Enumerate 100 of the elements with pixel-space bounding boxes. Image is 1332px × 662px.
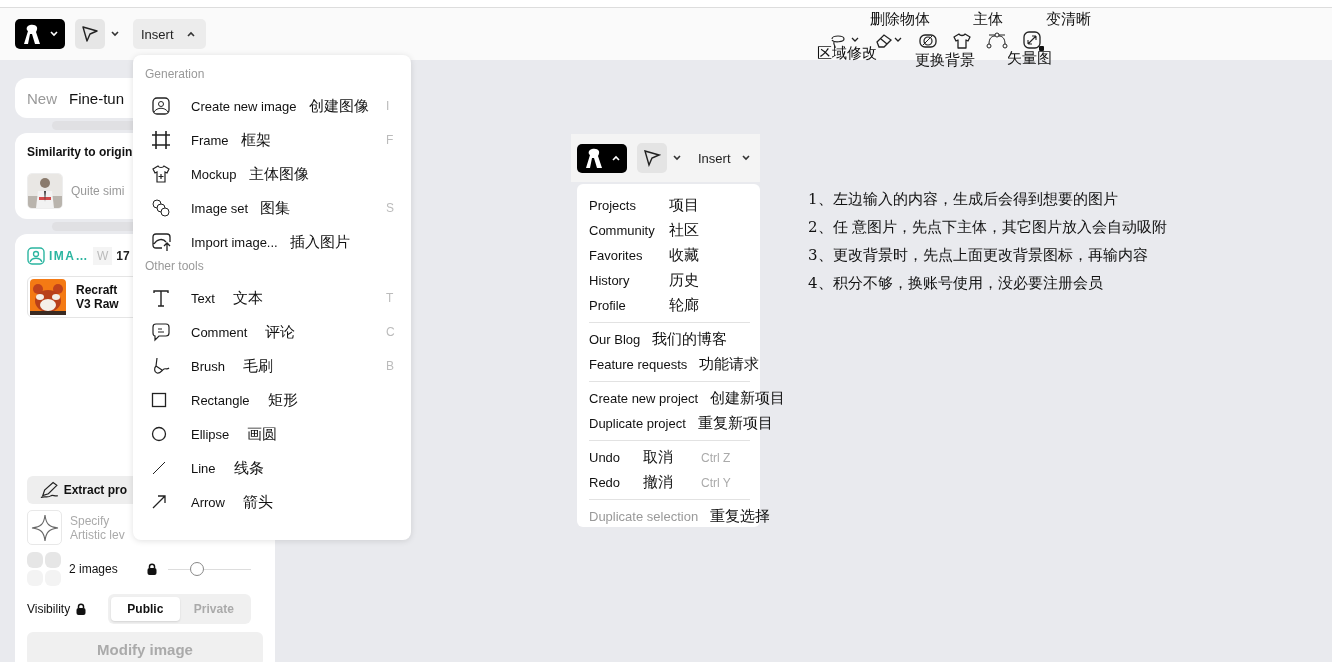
translation-label: 画圆: [247, 424, 278, 444]
background-swap-icon[interactable]: [918, 33, 938, 49]
menu-item[interactable]: History 历史: [589, 268, 699, 293]
menu-item[interactable]: Text 文本 T: [145, 281, 411, 315]
pointer-tool-button[interactable]: [637, 143, 667, 173]
menu-item-label: Redo: [589, 475, 622, 490]
width-label: W: [93, 247, 113, 265]
pen-icon: [39, 480, 60, 500]
menu-item[interactable]: Comment 评论 C: [145, 315, 411, 349]
menu-item[interactable]: Projects 项目: [589, 193, 699, 218]
menu-item[interactable]: Ellipse 画圆: [145, 417, 411, 451]
menu-item[interactable]: Profile 轮廊: [589, 293, 699, 318]
menu-item[interactable]: Import image... 插入图片: [145, 225, 411, 259]
menu-item[interactable]: Rectangle 矩形: [145, 383, 411, 417]
translation-label: 评论: [265, 322, 296, 342]
logo-button[interactable]: [15, 19, 65, 49]
chevron-down-icon[interactable]: [672, 154, 682, 162]
pointer-icon: [643, 149, 661, 167]
model-name: Recraft: [76, 283, 119, 297]
menu-item[interactable]: Line 线条: [145, 451, 411, 485]
lock-icon: [146, 563, 157, 575]
menu-item-label: Frame: [191, 132, 229, 148]
model-version: V3 Raw: [76, 297, 119, 311]
translation-label: 文本: [232, 288, 263, 308]
menu-section-title: Other tools: [145, 259, 205, 275]
chevron-down-icon[interactable]: [110, 30, 120, 38]
insert-button[interactable]: Insert: [698, 150, 751, 166]
menu-item[interactable]: Create new project 创建新项目: [589, 386, 786, 411]
lock-icon: [76, 603, 87, 615]
translation-label: 框架: [240, 130, 271, 150]
menu-item[interactable]: Redo 撤消 Ctrl Y: [589, 470, 731, 495]
menu-item[interactable]: Duplicate project 重复新项目: [589, 411, 773, 436]
menu-item-label: Brush: [191, 358, 225, 374]
section-label: IMA…: [49, 249, 89, 263]
style-hint: Artistic lev: [70, 527, 125, 542]
note-line: 2、任 意图片，先点下主体，其它图片放入会自动吸附: [808, 217, 1168, 237]
visibility-label: Visibility: [27, 602, 71, 616]
enhance-icon[interactable]: [1022, 30, 1046, 52]
translation-label: 项目: [669, 196, 699, 215]
panel-tab[interactable]: Fine-tun: [69, 89, 125, 107]
logo-button[interactable]: [577, 143, 627, 173]
translation-label: 撤消: [643, 473, 673, 492]
visibility-option[interactable]: Public: [111, 597, 180, 621]
menu-item-label: Ellipse: [191, 426, 230, 442]
shortcut-label: Ctrl Y: [701, 475, 731, 490]
stacked-circles-icon: [151, 198, 171, 218]
section-title: Similarity to origin: [27, 145, 134, 159]
menu-item-label: Community: [589, 223, 656, 238]
menu-item[interactable]: Create new image 创建图像 I: [145, 89, 411, 123]
slider-thumb[interactable]: [189, 562, 204, 576]
shortcut-label: I: [386, 99, 390, 113]
vector-nodes-icon[interactable]: [986, 32, 1008, 50]
menu-item[interactable]: Mockup 主体图像: [145, 157, 411, 191]
similarity-value: Quite simi: [71, 184, 125, 198]
text-icon: [151, 288, 171, 308]
menu-item-label: Line: [191, 460, 216, 476]
menu-item[interactable]: Our Blog 我们的博客: [589, 327, 728, 352]
style-tile[interactable]: [27, 510, 62, 545]
annotation-label: 更换背景: [915, 51, 975, 70]
image-grid-icon: [27, 552, 61, 586]
translation-label: 取消: [643, 448, 673, 467]
brush-icon: [151, 356, 171, 376]
note-line: 3、更改背景时，先点上面更改背景图标，再输内容: [808, 245, 1149, 265]
menu-item[interactable]: Brush 毛刷 B: [145, 349, 411, 383]
menu-item-label: Import image...: [191, 234, 278, 250]
comment-icon: [151, 322, 171, 342]
menu-item-label: Create new image: [191, 98, 297, 114]
menu-item[interactable]: Frame 框架 F: [145, 123, 411, 157]
image-upload-icon: [151, 232, 173, 252]
menu-item-label: History: [589, 273, 631, 288]
menu-item-label: Arrow: [191, 494, 225, 510]
shirt-icon: [151, 164, 171, 184]
menu-item[interactable]: Feature requests 功能请求: [589, 352, 760, 377]
menu-item-label: Text: [191, 290, 215, 306]
menu-item-label: Duplicate selection: [589, 509, 699, 524]
translation-label: 创建新项目: [710, 389, 786, 408]
pointer-icon: [81, 25, 99, 43]
menu-item[interactable]: Community 社区: [589, 218, 699, 243]
insert-button[interactable]: Insert: [133, 19, 206, 49]
menu-item-label: Duplicate project: [589, 416, 686, 431]
menu-item[interactable]: Arrow 箭头: [145, 485, 411, 519]
menu-item[interactable]: Undo 取消 Ctrl Z: [589, 445, 731, 470]
arrow-icon: [151, 494, 167, 510]
menu-item-label: Projects: [589, 198, 637, 213]
menu-item-label: Create new project: [589, 391, 699, 406]
pointer-tool-button[interactable]: [75, 19, 105, 49]
shortcut-label: Ctrl Z: [701, 450, 731, 465]
menu-item[interactable]: Favorites 收藏: [589, 243, 699, 268]
translation-label: 主体图像: [248, 164, 309, 184]
menu-item-label: Profile: [589, 298, 627, 313]
menu-item-label: Mockup: [191, 166, 237, 182]
eraser-icon[interactable]: [874, 32, 904, 50]
shirt-icon[interactable]: [952, 32, 972, 50]
translation-label: 重复选择: [710, 507, 771, 526]
chevron-down-icon: [740, 154, 751, 162]
menu-item[interactable]: Image set 图集 S: [145, 191, 411, 225]
note-line: 4、积分不够，换账号使用，没必要注册会员: [808, 273, 1104, 293]
translation-label: 功能请求: [699, 355, 760, 374]
annotation-label: 矢量图: [1007, 49, 1052, 68]
line-icon: [151, 460, 167, 476]
